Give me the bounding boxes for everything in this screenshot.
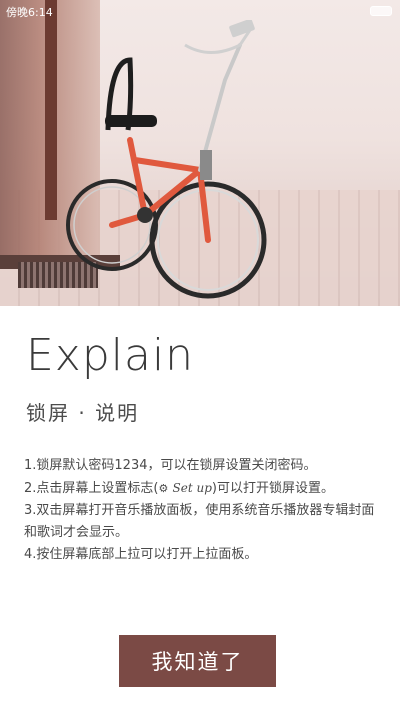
instruction-item-4: 4.按住屏幕底部上拉可以打开上拉面板。 xyxy=(24,547,258,562)
status-bar: 傍晚6:14 xyxy=(0,0,400,22)
instruction-item-3: 3.双击屏幕打开音乐播放面板，使用系统音乐播放器专辑封面和歌词才会显示。 xyxy=(24,503,375,540)
instructions-list: 1.锁屏默认密码1234，可以在锁屏设置关闭密码。 2.点击屏幕上设置标志(⚙ … xyxy=(24,455,384,566)
wall-pillar xyxy=(45,0,57,220)
instruction-2-prefix: 2.点击屏幕上设置标志( xyxy=(24,481,159,496)
bicycle-icon xyxy=(66,20,267,299)
settings-icon: ⚙ xyxy=(158,482,169,495)
battery-icon xyxy=(370,6,392,16)
instruction-item-2: 2.点击屏幕上设置标志(⚙ Set up)可以打开锁屏设置。 xyxy=(24,477,384,500)
hero-image xyxy=(0,0,400,306)
got-it-button[interactable]: 我知道了 xyxy=(119,635,276,687)
status-time: 傍晚6:14 xyxy=(6,6,53,19)
page-title: Explain xyxy=(26,330,195,381)
setup-label: Set up xyxy=(172,481,212,495)
page-subtitle: 锁屏 · 说明 xyxy=(26,401,140,425)
instruction-item-1: 1.锁屏默认密码1234，可以在锁屏设置关闭密码。 xyxy=(24,458,317,473)
instruction-2-suffix: )可以打开锁屏设置。 xyxy=(211,481,334,496)
